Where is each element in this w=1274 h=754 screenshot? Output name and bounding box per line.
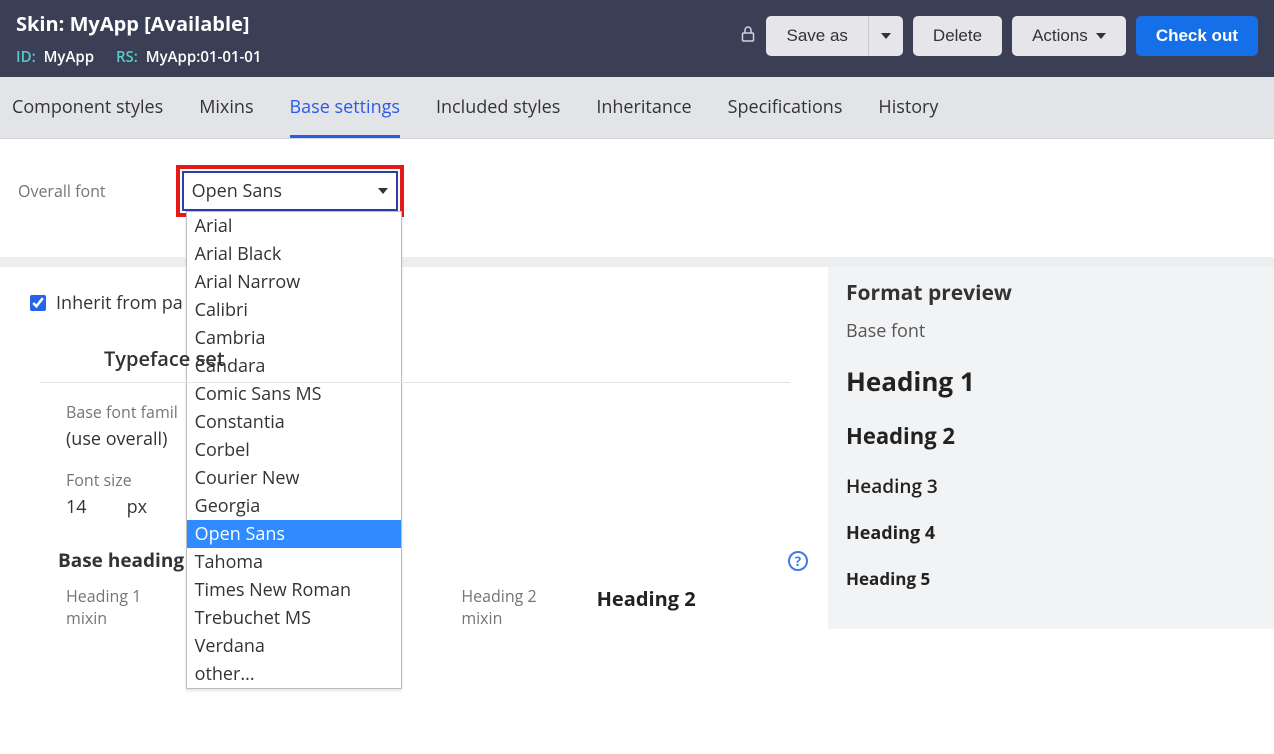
tab-included-styles[interactable]: Included styles: [436, 77, 560, 138]
content-body: Inherit from pa Typeface set Base font f…: [0, 267, 1274, 629]
preview-heading-2: Heading 2: [846, 421, 1256, 451]
chevron-down-icon: [1096, 33, 1106, 39]
inherit-checkbox[interactable]: [30, 295, 46, 311]
delete-button[interactable]: Delete: [913, 16, 1002, 56]
chevron-down-icon: [378, 188, 388, 194]
tab-bar: Component styles Mixins Base settings In…: [0, 77, 1274, 139]
heading1-label-line1: Heading 1: [66, 585, 141, 607]
preview-basefont: Base font: [846, 319, 1256, 343]
chevron-down-icon: [881, 33, 891, 39]
font-size-value: 14: [66, 495, 87, 519]
font-option-arial-black[interactable]: Arial Black: [187, 240, 401, 268]
preview-heading-1: Heading 1: [846, 363, 1256, 399]
actions-label: Actions: [1032, 26, 1088, 46]
tab-base-settings[interactable]: Base settings: [290, 77, 400, 138]
base-heading-title: Base heading: [0, 537, 184, 585]
header-actions: Save as Delete Actions Check out: [740, 10, 1258, 56]
lock-icon: [740, 25, 756, 48]
overall-font-selected-value: Open Sans: [192, 179, 282, 203]
rs-label: RS:: [116, 47, 138, 67]
preview-title: Format preview: [846, 279, 1256, 307]
font-option-arial[interactable]: Arial: [187, 212, 401, 240]
overall-font-select[interactable]: Open Sans: [182, 171, 398, 211]
preview-heading-5: Heading 5: [846, 567, 1256, 590]
base-font-family-label: Base font famil: [66, 401, 828, 423]
inherit-label: Inherit from pa: [56, 291, 183, 315]
overall-font-dropdown-highlight: Open Sans Arial Arial Black Arial Narrow…: [176, 165, 404, 217]
font-size-label: Font size: [66, 469, 828, 491]
font-option-other[interactable]: other...: [187, 660, 401, 688]
tab-mixins[interactable]: Mixins: [199, 77, 253, 138]
save-as-caret-button[interactable]: [869, 16, 903, 56]
checkout-button[interactable]: Check out: [1136, 16, 1258, 56]
header-left: Skin: MyApp [Available] ID: MyApp RS: My…: [16, 10, 279, 67]
page-title: Skin: MyApp [Available]: [16, 10, 279, 37]
heading1-mixin-label: Heading 1 mixin: [66, 585, 141, 629]
title-prefix: Skin:: [16, 10, 64, 37]
heading2-label-line2: mixin: [461, 607, 536, 629]
typeface-section-title: Typeface set: [40, 339, 790, 383]
actions-button[interactable]: Actions: [1012, 16, 1126, 56]
base-font-family-field: Base font famil (use overall): [0, 401, 828, 451]
heading1-label-line2: mixin: [66, 607, 141, 629]
left-panel: Inherit from pa Typeface set Base font f…: [0, 267, 828, 629]
header: Skin: MyApp [Available] ID: MyApp RS: My…: [0, 0, 1274, 77]
font-size-field: Font size 14 px: [0, 469, 828, 519]
tab-history[interactable]: History: [878, 77, 938, 138]
font-option-verdana[interactable]: Verdana: [187, 632, 401, 660]
tab-inheritance[interactable]: Inheritance: [596, 77, 691, 138]
overall-font-row: Overall font Open Sans Arial Arial Black…: [0, 139, 1274, 267]
title-status: [Available]: [144, 10, 249, 37]
heading2-mixin-label: Heading 2 mixin: [461, 585, 536, 629]
headings-row: Heading 1 mixin Heading 2 mixin Heading …: [0, 585, 828, 629]
preview-heading-3: Heading 3: [846, 473, 1256, 499]
inherit-row: Inherit from pa: [0, 267, 828, 339]
rs-value: MyApp:01-01-01: [146, 47, 262, 67]
id-label: ID:: [16, 47, 36, 67]
font-size-unit: px: [127, 495, 147, 519]
title-name: MyApp: [70, 10, 139, 37]
save-as-button[interactable]: Save as: [766, 16, 868, 56]
preview-heading-4: Heading 4: [846, 521, 1256, 545]
help-icon[interactable]: ?: [788, 551, 808, 571]
header-meta: ID: MyApp RS: MyApp:01-01-01: [16, 47, 279, 67]
heading2-label-line1: Heading 2: [461, 585, 536, 607]
tab-specifications[interactable]: Specifications: [728, 77, 843, 138]
id-value: MyApp: [44, 47, 94, 67]
tab-component-styles[interactable]: Component styles: [12, 77, 163, 138]
base-font-family-value: (use overall): [66, 427, 828, 451]
preview-panel: Format preview Base font Heading 1 Headi…: [828, 267, 1274, 629]
save-as-split: Save as: [766, 16, 902, 56]
overall-font-label: Overall font: [18, 180, 106, 202]
heading2-preview-sample: Heading 2: [597, 585, 696, 612]
